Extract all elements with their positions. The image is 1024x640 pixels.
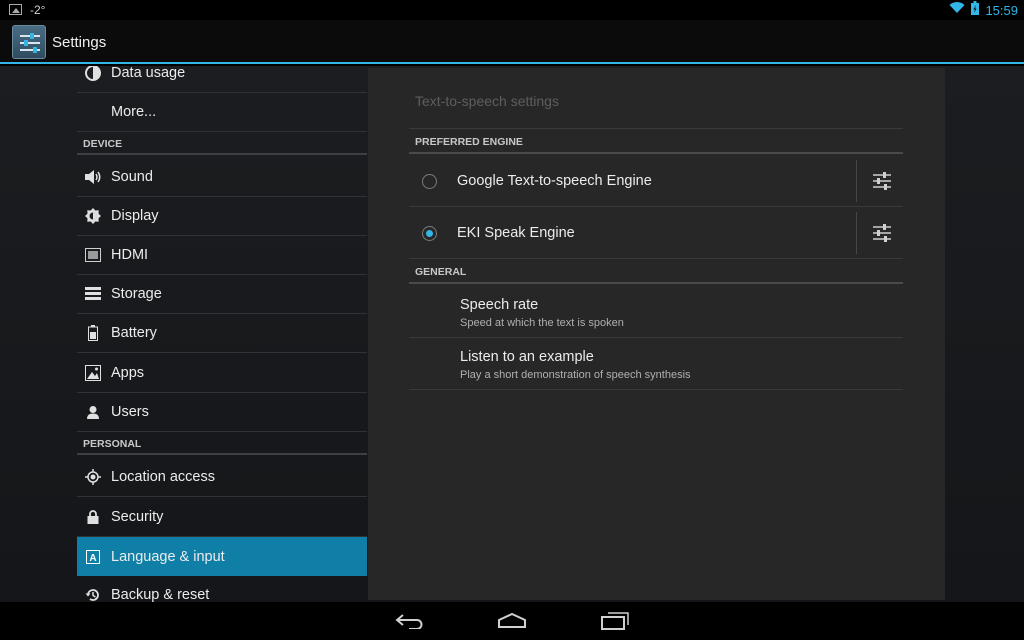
engine-item-google[interactable]: Google Text-to-speech Engine bbox=[409, 155, 903, 207]
sidebar-item-label: Apps bbox=[111, 365, 145, 381]
section-header-label: DEVICE bbox=[83, 138, 123, 150]
engine-settings-icon[interactable] bbox=[869, 169, 895, 193]
data-usage-icon bbox=[84, 66, 102, 82]
sidebar-item-label: Backup & reset bbox=[111, 587, 210, 602]
pref-title: Listen to an example bbox=[460, 349, 594, 365]
back-icon[interactable] bbox=[385, 608, 435, 634]
section-header-device: DEVICE bbox=[77, 133, 367, 155]
section-header-label: PERSONAL bbox=[83, 438, 142, 450]
wifi-icon bbox=[949, 1, 965, 19]
pref-summary: Play a short demonstration of speech syn… bbox=[460, 369, 691, 381]
page-title: Text-to-speech settings bbox=[415, 93, 559, 109]
app-title[interactable]: Settings bbox=[52, 34, 106, 51]
pref-title: Speech rate bbox=[460, 297, 539, 313]
engine-item-eki[interactable]: EKI Speak Engine bbox=[409, 207, 903, 259]
pref-speech-rate[interactable]: Speech rate Speed at which the text is s… bbox=[409, 286, 903, 338]
sidebar-item-language-input[interactable]: A Language & input bbox=[77, 537, 367, 576]
pref-summary: Speed at which the text is spoken bbox=[460, 317, 624, 329]
pref-listen-example[interactable]: Listen to an example Play a short demons… bbox=[409, 338, 903, 390]
engine-label: Google Text-to-speech Engine bbox=[457, 173, 652, 189]
content-area: Data usage More... DEVICE Sound Display bbox=[0, 66, 1024, 602]
battery-icon bbox=[971, 0, 980, 20]
sidebar-item-location-access[interactable]: Location access bbox=[77, 458, 367, 497]
sidebar-item-apps[interactable]: Apps bbox=[77, 354, 367, 393]
section-header-label: PREFERRED ENGINE bbox=[415, 136, 523, 148]
navigation-bar bbox=[0, 602, 1024, 640]
location-icon bbox=[84, 468, 102, 486]
status-bar: -2° 15:59 bbox=[0, 0, 1024, 20]
divider bbox=[856, 160, 857, 202]
tts-settings-panel: Text-to-speech settings PREFERRED ENGINE… bbox=[368, 68, 945, 600]
section-header-label: GENERAL bbox=[415, 266, 467, 278]
engine-settings-icon[interactable] bbox=[869, 221, 895, 245]
section-header-personal: PERSONAL bbox=[77, 433, 367, 455]
engine-radio[interactable] bbox=[422, 174, 437, 189]
sidebar-item-storage[interactable]: Storage bbox=[77, 275, 367, 314]
display-icon bbox=[84, 207, 102, 225]
storage-icon bbox=[84, 285, 102, 303]
sidebar-item-label: HDMI bbox=[111, 247, 149, 263]
battery-icon bbox=[84, 324, 102, 342]
sidebar-item-label: Display bbox=[111, 208, 159, 224]
lock-icon bbox=[84, 508, 102, 526]
sidebar-item-backup-reset[interactable]: Backup & reset bbox=[77, 576, 367, 602]
settings-list: Data usage More... DEVICE Sound Display bbox=[77, 66, 367, 602]
title-divider bbox=[409, 128, 903, 129]
sidebar-item-label: Sound bbox=[111, 169, 153, 185]
sidebar-item-label: Storage bbox=[111, 286, 162, 302]
sidebar-item-sound[interactable]: Sound bbox=[77, 158, 367, 197]
temperature-readout: -2° bbox=[30, 3, 46, 17]
section-header-general: GENERAL bbox=[409, 260, 903, 284]
sidebar-item-label: Data usage bbox=[111, 66, 186, 81]
sidebar-item-label: Location access bbox=[111, 469, 215, 485]
sidebar-item-label: Users bbox=[111, 404, 149, 420]
sidebar-item-security[interactable]: Security bbox=[77, 498, 367, 537]
divider bbox=[856, 212, 857, 254]
sidebar-item-label: Language & input bbox=[111, 548, 225, 565]
settings-app-icon[interactable] bbox=[12, 25, 46, 59]
clock: 15:59 bbox=[985, 2, 1018, 18]
sidebar-item-users[interactable]: Users bbox=[77, 393, 367, 432]
action-bar: Settings bbox=[0, 20, 1024, 64]
engine-label: EKI Speak Engine bbox=[457, 225, 575, 241]
users-icon bbox=[84, 403, 102, 421]
sidebar-item-data-usage[interactable]: Data usage bbox=[77, 66, 367, 93]
apps-icon bbox=[84, 364, 102, 382]
sidebar-item-hdmi[interactable]: HDMI bbox=[77, 236, 367, 275]
sidebar-item-more[interactable]: More... bbox=[77, 93, 367, 132]
sidebar-item-label: Battery bbox=[111, 325, 157, 341]
recent-apps-icon[interactable] bbox=[590, 608, 640, 634]
sound-icon bbox=[84, 168, 102, 186]
svg-text:A: A bbox=[89, 553, 96, 564]
status-indicators: 15:59 bbox=[949, 0, 1018, 20]
sidebar-item-display[interactable]: Display bbox=[77, 197, 367, 236]
home-icon[interactable] bbox=[487, 608, 537, 634]
sidebar-item-battery[interactable]: Battery bbox=[77, 314, 367, 353]
section-header-preferred-engine: PREFERRED ENGINE bbox=[409, 130, 903, 154]
language-icon: A bbox=[84, 548, 102, 566]
sidebar-item-label: More... bbox=[111, 104, 157, 120]
engine-radio-selected[interactable] bbox=[422, 226, 437, 241]
backup-icon bbox=[84, 586, 102, 602]
sidebar-item-label: Security bbox=[111, 509, 164, 525]
image-notification-icon bbox=[9, 4, 22, 15]
hdmi-icon bbox=[84, 246, 102, 264]
